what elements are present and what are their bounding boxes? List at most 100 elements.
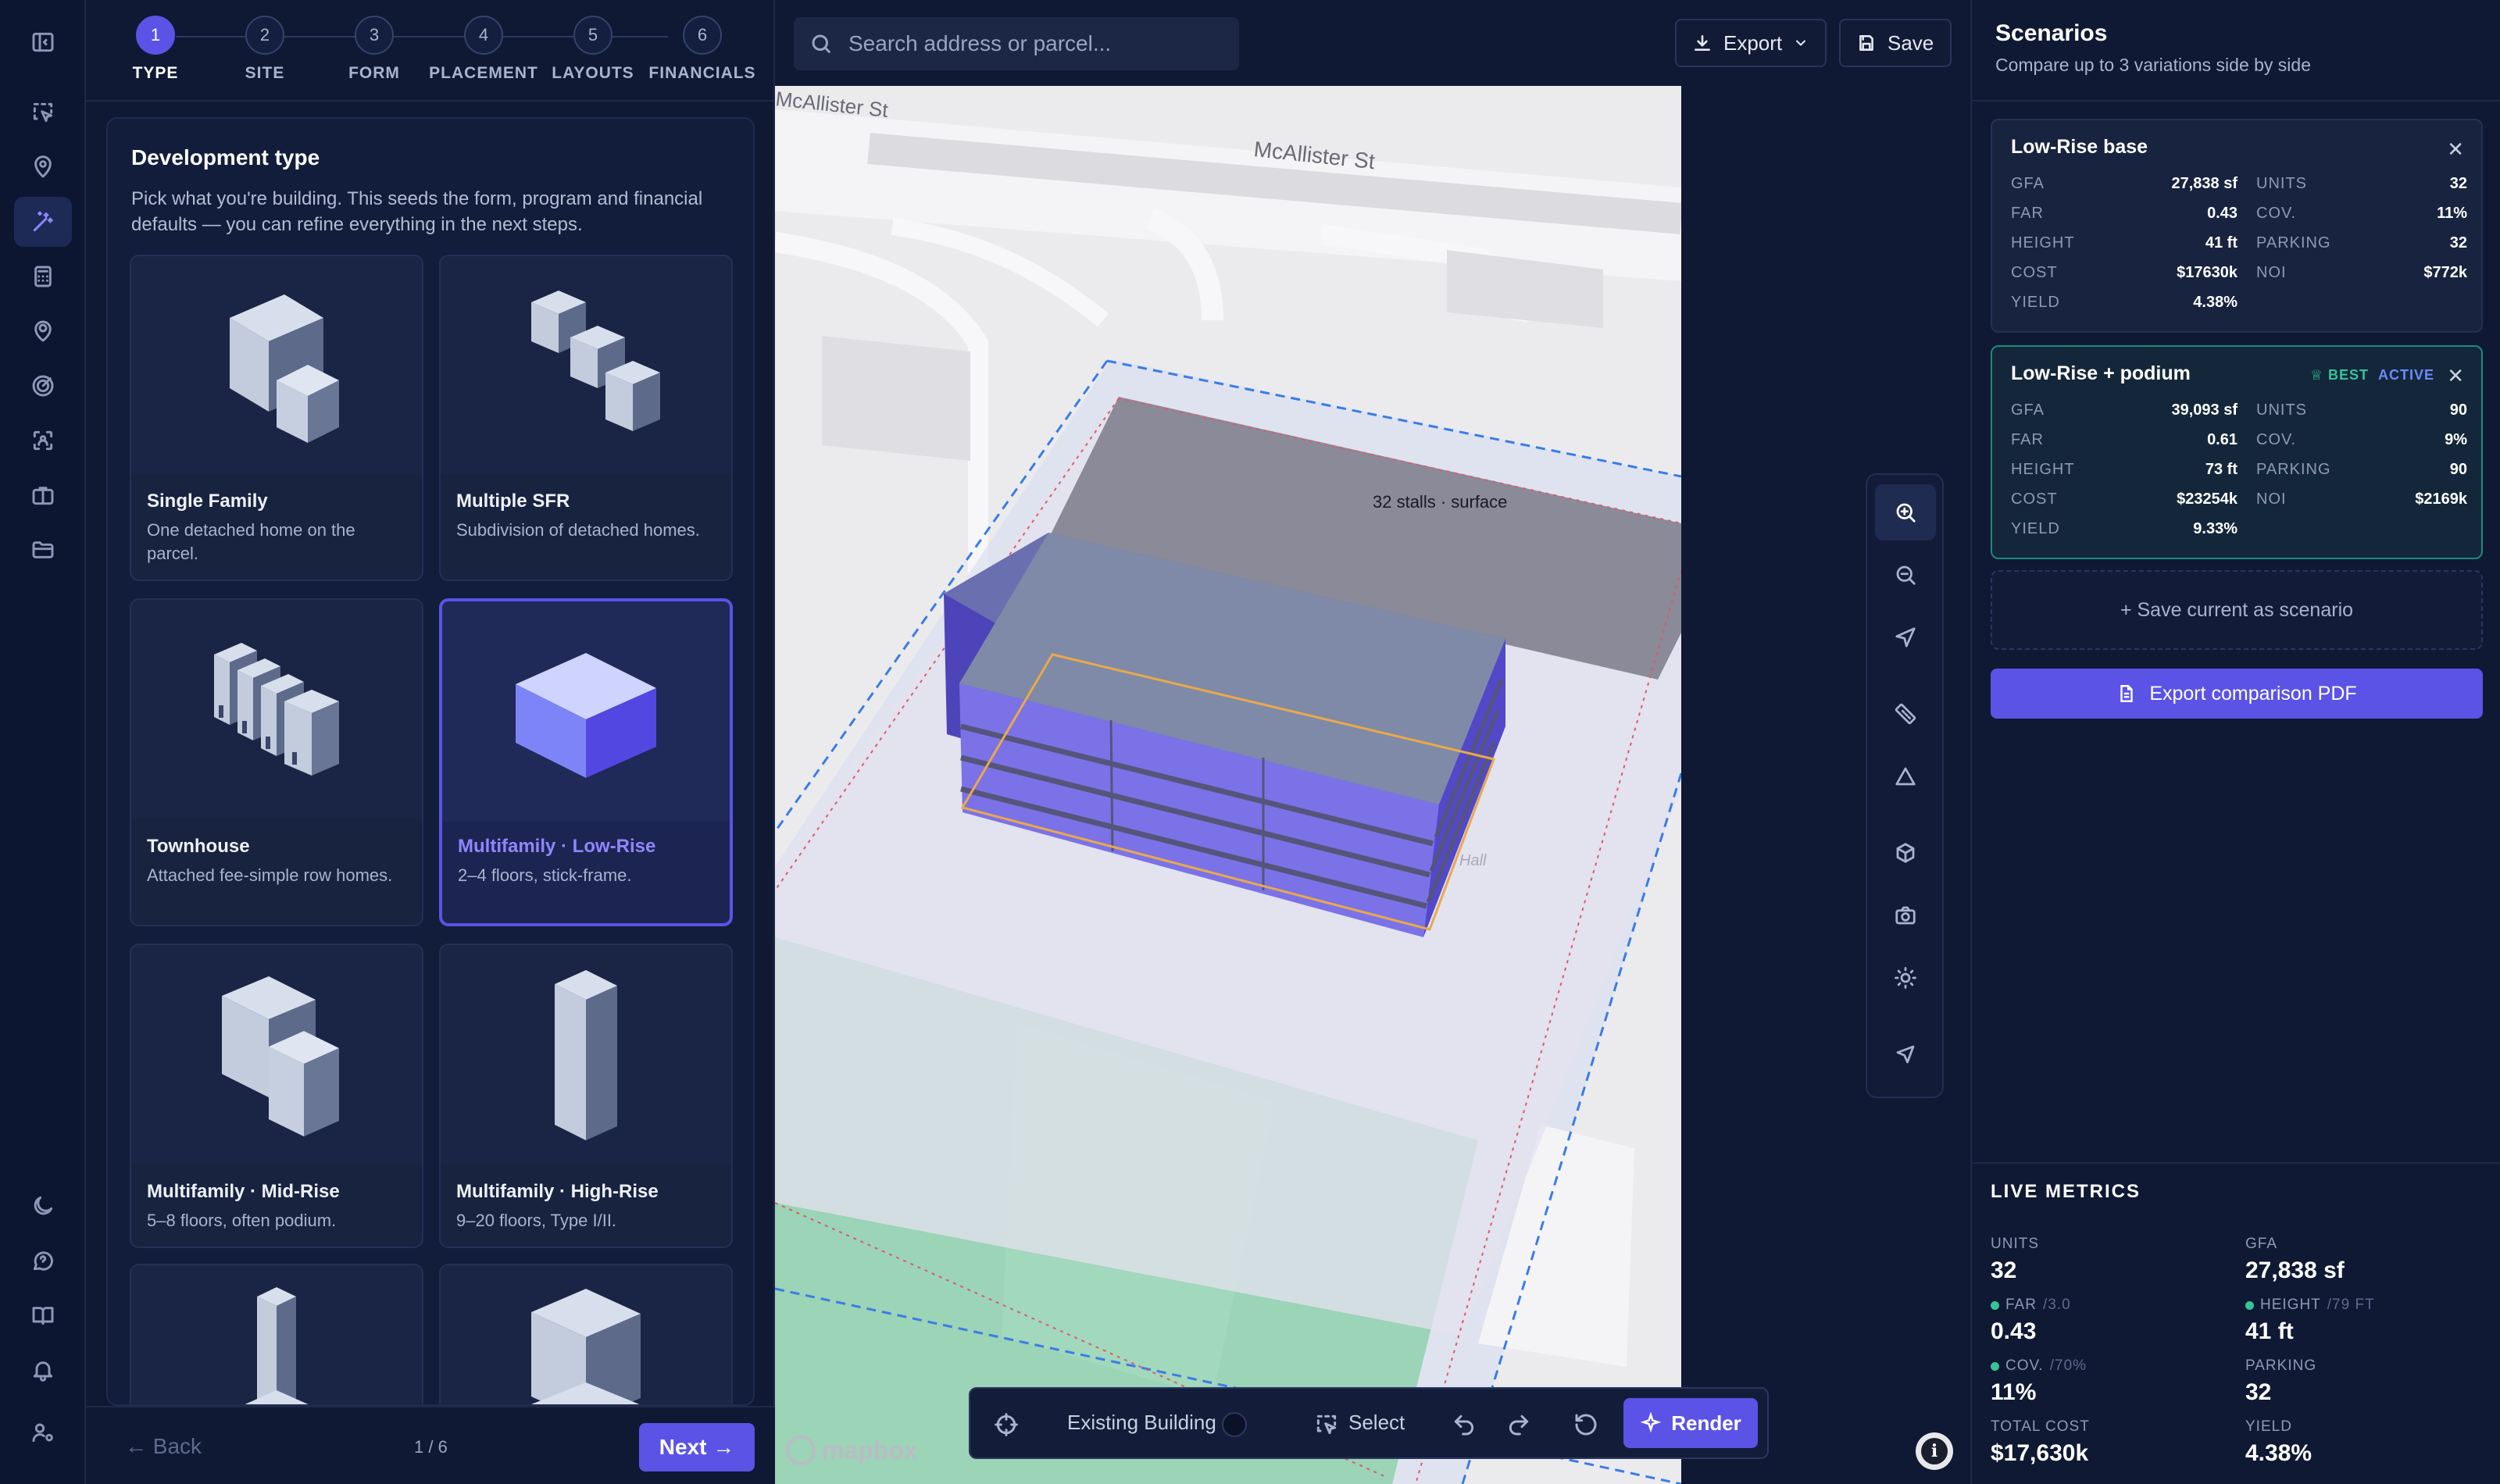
- tile-townhouse[interactable]: Townhouse Attached fee-simple row homes.: [130, 598, 423, 926]
- step-type[interactable]: 1 TYPE: [101, 16, 210, 83]
- select-area-icon[interactable]: [14, 87, 72, 137]
- draw-polygon-tool[interactable]: [1875, 748, 1936, 804]
- step-number: 6: [683, 16, 722, 55]
- metric-key: YIELD: [2011, 294, 2060, 311]
- camera-icon: [1895, 906, 1916, 925]
- tile-mixed-use[interactable]: [439, 1264, 733, 1404]
- tile-description: Attached fee-simple row homes.: [147, 865, 393, 885]
- user-location-icon[interactable]: [14, 306, 72, 356]
- user-settings-icon[interactable]: [14, 1407, 72, 1457]
- step-label: FORM: [348, 64, 400, 82]
- metric-key: COV.: [2256, 205, 2297, 222]
- select-button[interactable]: Select: [1348, 1411, 1405, 1435]
- save-button[interactable]: Save: [1839, 19, 1952, 67]
- save-icon: [1859, 35, 1873, 51]
- metric-value: $17630k: [2177, 264, 2238, 281]
- metric-value: 11%: [2437, 205, 2467, 222]
- help-chat-icon[interactable]: [14, 1236, 72, 1286]
- mapbox-logo-text: mapbox: [822, 1436, 918, 1464]
- metric-value: 27,838 sf: [2245, 1257, 2345, 1283]
- tile-multifamily-mid-rise[interactable]: Multifamily · Mid-Rise 5–8 floors, often…: [130, 944, 423, 1248]
- radar-icon[interactable]: [14, 361, 72, 411]
- scenario-card[interactable]: Low-Rise base ✕ GFA 27,838 sf FAR 0.43 HEI…: [1991, 119, 2483, 333]
- navigate-tool[interactable]: [1875, 609, 1936, 665]
- metric-key: COST: [2011, 491, 2058, 508]
- calculator-icon[interactable]: [14, 251, 72, 301]
- metric-value: $23254k: [2177, 491, 2238, 508]
- magic-wand-icon[interactable]: [14, 197, 72, 247]
- tile-tower-podium[interactable]: [130, 1264, 423, 1404]
- scenario-card-active[interactable]: Low-Rise + podium ♕ BEST ACTIVE ✕ GFA 39,…: [1991, 345, 2483, 559]
- save-scenario-button[interactable]: + Save current as scenario: [1991, 570, 2483, 650]
- tile-multifamily-low-rise[interactable]: Multifamily · Low-Rise 2–4 floors, stick…: [439, 598, 733, 926]
- existing-building-toggle[interactable]: [1222, 1412, 1247, 1437]
- metric-value: 90: [2449, 401, 2467, 419]
- search-box[interactable]: [794, 17, 1239, 70]
- scenarios-title: Scenarios: [1995, 20, 2108, 46]
- zoom-out-icon: [1896, 565, 1916, 585]
- location-pin-icon[interactable]: [14, 142, 72, 192]
- measure-tool[interactable]: [1875, 686, 1936, 742]
- close-icon[interactable]: ✕: [2447, 137, 2464, 162]
- zoom-in-tool[interactable]: [1875, 484, 1936, 540]
- step-placement[interactable]: 4 PLACEMENT: [429, 16, 538, 83]
- tile-description: One detached home on the parcel.: [147, 520, 355, 563]
- screenshot-tool[interactable]: [1875, 887, 1936, 944]
- scan-icon[interactable]: [14, 416, 72, 466]
- close-icon[interactable]: ✕: [2447, 364, 2464, 388]
- metric-value: 0.43: [1991, 1318, 2037, 1344]
- reset-icon[interactable]: [1570, 1409, 1602, 1440]
- info-icon: i: [1921, 1438, 1948, 1464]
- briefcase-icon[interactable]: [14, 470, 72, 520]
- metric-value: 90: [2449, 461, 2467, 478]
- tile-name: Multifamily · Low-Rise: [458, 836, 656, 857]
- moon-icon[interactable]: [14, 1181, 72, 1231]
- chevron-down-icon: [1796, 40, 1806, 46]
- toggle-sidebar-icon[interactable]: [14, 17, 72, 67]
- info-button[interactable]: i: [1916, 1432, 1953, 1470]
- map-canvas[interactable]: 32 stalls · surface Hall McAllister St M…: [775, 86, 1681, 1484]
- bell-icon[interactable]: [14, 1345, 72, 1395]
- metric-value: 0.43: [2207, 205, 2238, 222]
- export-button[interactable]: Export: [1675, 19, 1827, 67]
- navigation-arrow-icon: [1895, 627, 1916, 647]
- step-number: 5: [573, 16, 612, 55]
- step-site[interactable]: 2 SITE: [210, 16, 320, 83]
- step-form[interactable]: 3 FORM: [320, 16, 429, 83]
- tile-description: Subdivision of detached homes.: [456, 520, 700, 540]
- folder-icon[interactable]: [14, 525, 72, 575]
- book-icon[interactable]: [14, 1290, 72, 1340]
- live-metric-far: FAR/3.0 0.43: [1991, 1297, 2225, 1345]
- undo-icon[interactable]: [1448, 1409, 1480, 1440]
- redo-icon[interactable]: [1503, 1409, 1534, 1440]
- metric-value: 9.33%: [2193, 520, 2238, 537]
- 3d-view-tool[interactable]: [1875, 825, 1936, 881]
- mixed-use-illustration: [441, 1265, 731, 1404]
- single-family-illustration: [131, 256, 422, 473]
- pointer-tool[interactable]: [1875, 1026, 1936, 1083]
- metric-key: HEIGHT: [2011, 234, 2075, 251]
- step-financials[interactable]: 6 FINANCIALS: [648, 16, 757, 83]
- zoom-in-icon: [1896, 503, 1916, 523]
- mapbox-logo-icon: [786, 1436, 816, 1465]
- tile-single-family[interactable]: Single Family One detached home on the p…: [130, 255, 423, 581]
- back-button[interactable]: ← Back: [125, 1434, 202, 1459]
- tile-multiple-sfr[interactable]: Multiple SFR Subdivision of detached hom…: [439, 255, 733, 581]
- render-button[interactable]: Render: [1623, 1398, 1758, 1448]
- next-button[interactable]: Next →: [639, 1423, 755, 1472]
- step-layouts[interactable]: 5 LAYOUTS: [538, 16, 648, 83]
- metric-key: FAR: [2011, 431, 2044, 448]
- step-number: 3: [355, 16, 394, 55]
- metric-key: GFA: [2011, 175, 2045, 192]
- metric-label: TOTAL COST: [1991, 1418, 2090, 1435]
- export-comparison-button[interactable]: Export comparison PDF: [1991, 669, 2483, 719]
- search-icon: [812, 34, 831, 54]
- scenario-name: Low-Rise + podium: [2011, 362, 2191, 384]
- tile-multifamily-high-rise[interactable]: Multifamily · High-Rise 9–20 floors, Typ…: [439, 944, 733, 1248]
- metric-key: PARKING: [2256, 234, 2331, 251]
- search-input[interactable]: [848, 31, 1223, 56]
- select-icon[interactable]: [1311, 1409, 1342, 1440]
- crosshair-icon[interactable]: [991, 1409, 1022, 1440]
- lighting-tool[interactable]: [1875, 950, 1936, 1006]
- zoom-out-tool[interactable]: [1875, 547, 1936, 603]
